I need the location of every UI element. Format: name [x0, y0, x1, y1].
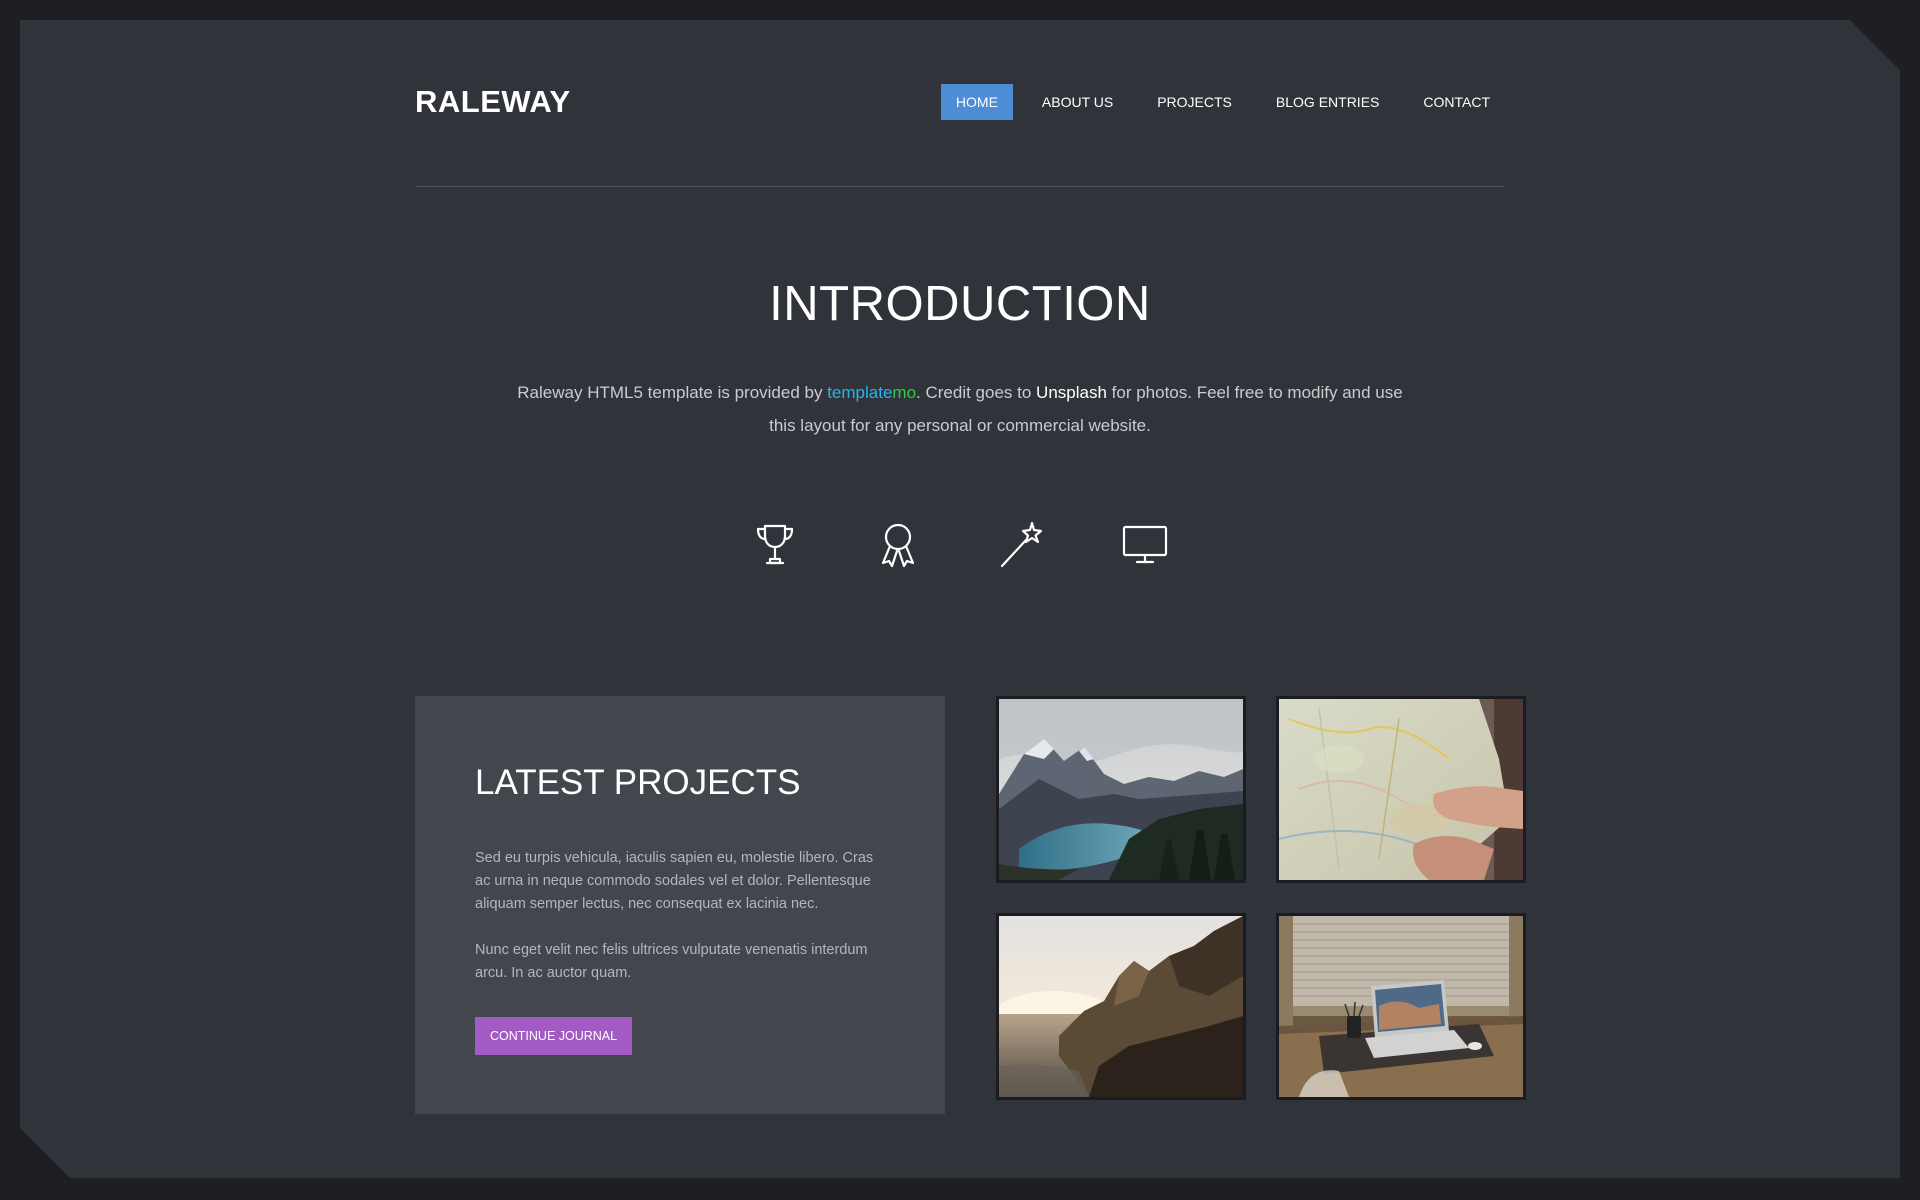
laptop-on-desk-photo[interactable] — [1276, 913, 1526, 1100]
intro-text-middle: . Credit goes to — [916, 383, 1037, 402]
site-header: RALEWAY HOME ABOUT US PROJECTS BLOG ENTR… — [415, 20, 1505, 187]
main-nav: HOME ABOUT US PROJECTS BLOG ENTRIES CONT… — [927, 84, 1505, 120]
main-container: RALEWAY HOME ABOUT US PROJECTS BLOG ENTR… — [415, 20, 1526, 1114]
continue-journal-button[interactable]: CONTINUE JOURNAL — [475, 1017, 633, 1055]
latest-projects-section: LATEST PROJECTS Sed eu turpis vehicula, … — [415, 696, 1526, 1114]
nav-item-contact[interactable]: CONTACT — [1408, 84, 1505, 120]
nav-item-projects[interactable]: PROJECTS — [1142, 84, 1247, 120]
magic-wand-icon — [997, 519, 1047, 569]
projects-paragraph-1: Sed eu turpis vehicula, iaculis sapien e… — [475, 850, 874, 912]
unsplash-link[interactable]: Unsplash — [1036, 383, 1107, 402]
intro-title: INTRODUCTION — [769, 277, 1151, 331]
latest-projects-title: LATEST PROJECTS — [475, 763, 801, 802]
coastal-cliffs-sunset-photo[interactable] — [996, 913, 1246, 1100]
nav-item-blog-entries[interactable]: BLOG ENTRIES — [1261, 84, 1394, 120]
hands-holding-map-photo[interactable] — [1276, 696, 1526, 883]
nav-item-about-us[interactable]: ABOUT US — [1027, 84, 1128, 120]
site-logo[interactable]: RALEWAY — [415, 84, 571, 120]
intro-section: INTRODUCTION Raleway HTML5 template is p… — [415, 276, 1505, 569]
latest-projects-panel: LATEST PROJECTS Sed eu turpis vehicula, … — [415, 696, 945, 1114]
projects-paragraph-2: Nunc eget velit nec felis ultrices vulpu… — [475, 942, 868, 981]
page-frame: RALEWAY HOME ABOUT US PROJECTS BLOG ENTR… — [20, 20, 1900, 1178]
nav-item-home[interactable]: HOME — [940, 84, 1013, 120]
monitor-icon — [1120, 519, 1170, 569]
intro-text-before: Raleway HTML5 template is provided by — [517, 383, 828, 402]
mountain-lake-photo[interactable] — [996, 696, 1246, 883]
brand-part-1: template — [827, 383, 893, 402]
intro-text: Raleway HTML5 template is provided by te… — [510, 376, 1410, 442]
brand-part-2: mo — [892, 383, 917, 402]
templatemo-link[interactable]: templatemo — [827, 383, 916, 402]
trophy-icon — [750, 519, 800, 569]
award-ribbon-icon — [873, 519, 923, 569]
feature-icons — [750, 519, 1170, 569]
